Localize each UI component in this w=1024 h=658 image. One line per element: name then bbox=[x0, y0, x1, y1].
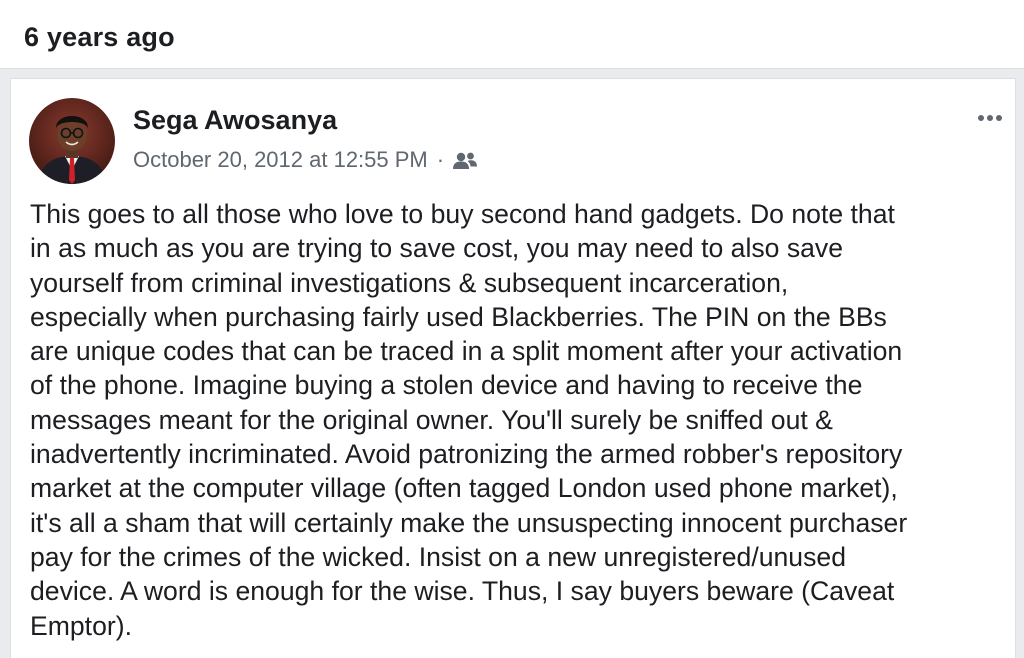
post-line: are unique codes that can be traced in a… bbox=[30, 336, 903, 367]
post-line: yourself from criminal investigations & … bbox=[30, 267, 789, 298]
post-card: Sega Awosanya October 20, 2012 at 12:55 … bbox=[10, 78, 1016, 658]
avatar[interactable] bbox=[29, 98, 115, 184]
friends-icon[interactable] bbox=[452, 151, 478, 171]
post-line: This goes to all those who love to buy s… bbox=[30, 199, 895, 229]
post-meta: October 20, 2012 at 12:55 PM · bbox=[133, 147, 478, 173]
post-line: especially when purchasing fairly used B… bbox=[30, 301, 887, 332]
avatar-photo bbox=[29, 98, 115, 184]
post-line: it's all a sham that will certainly make… bbox=[30, 507, 908, 538]
more-options-icon[interactable] bbox=[975, 111, 1005, 125]
memory-time-ago: 6 years ago bbox=[24, 22, 175, 52]
post-line: inadvertently incriminated. Avoid patron… bbox=[30, 439, 903, 470]
post-line: in as much as you are trying to save cos… bbox=[30, 233, 844, 264]
post-line: pay for the crimes of the wicked. Insist… bbox=[30, 541, 846, 572]
post-line: device. A word is enough for the wise. T… bbox=[30, 576, 895, 607]
post-line: messages meant for the original owner. Y… bbox=[30, 404, 833, 435]
post-body: This goes to all those who love to buy s… bbox=[30, 197, 1005, 643]
author-name[interactable]: Sega Awosanya bbox=[133, 105, 337, 136]
post-line: Emptor). bbox=[30, 610, 132, 641]
memory-header: 6 years ago bbox=[0, 0, 1024, 69]
post-timestamp[interactable]: October 20, 2012 at 12:55 PM bbox=[133, 147, 428, 173]
meta-separator: · bbox=[436, 147, 445, 172]
post-line: of the phone. Imagine buying a stolen de… bbox=[30, 370, 863, 401]
post-line: market at the computer village (often ta… bbox=[30, 473, 898, 504]
